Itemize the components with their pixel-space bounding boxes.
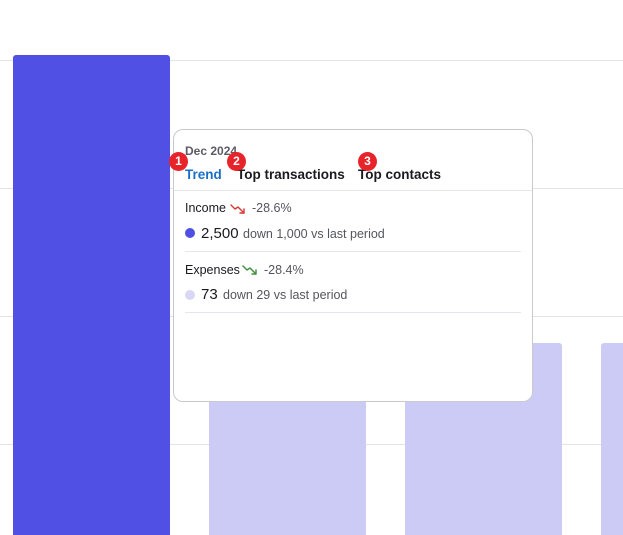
annotation-badge-1: 1 [169,152,188,171]
trend-down-icon [242,265,257,275]
chart-area: Dec 2024 Trend Top transactions Top cont… [0,0,623,535]
expenses-label: Expenses [185,263,240,277]
expenses-delta: down 29 vs last period [223,288,348,302]
income-value: 2,500 [201,225,239,242]
tab-top-transactions[interactable]: Top transactions [237,167,345,182]
expenses-value: 73 [201,286,218,303]
expenses-legend-dot [185,290,195,300]
income-legend-dot [185,228,195,238]
row-divider [185,312,521,313]
bar[interactable] [601,343,623,535]
income-label: Income [185,201,226,215]
annotation-badge-2: 2 [227,152,246,171]
tabs-divider [174,190,532,191]
chart-tooltip: Dec 2024 Trend Top transactions Top cont… [173,129,533,402]
annotation-badge-3: 3 [358,152,377,171]
row-divider [185,251,521,252]
income-delta: down 1,000 vs last period [243,227,385,241]
expenses-change-pct: -28.4% [264,263,304,277]
income-change-pct: -28.6% [252,201,292,215]
bar-highlighted[interactable] [13,55,170,535]
tab-trend[interactable]: Trend [185,167,222,182]
trend-down-icon [230,204,245,214]
